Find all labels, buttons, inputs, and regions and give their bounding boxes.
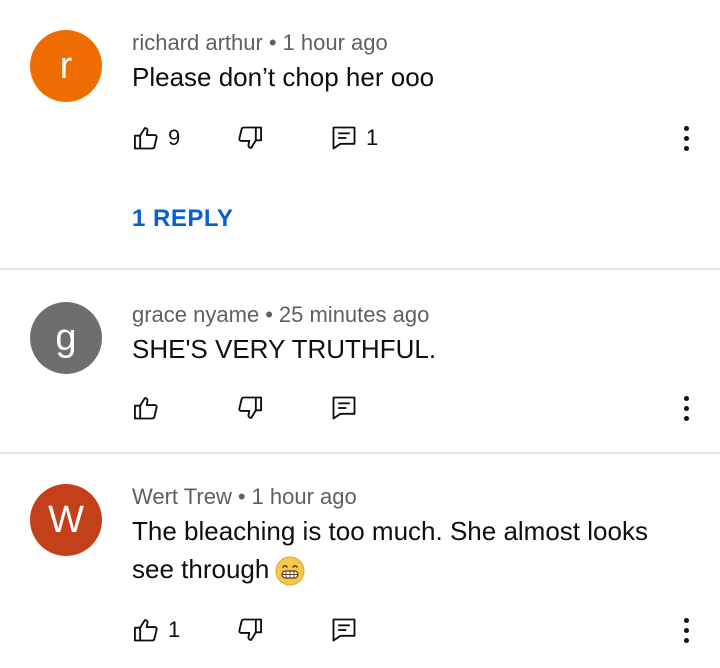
more-dot bbox=[683, 395, 689, 401]
more-dot bbox=[683, 405, 689, 411]
like-count: 9 bbox=[168, 125, 181, 150]
comment-actions: 9 1 bbox=[0, 120, 720, 156]
view-replies-link[interactable]: 1 REPLY bbox=[132, 205, 233, 233]
thumbs-down-icon bbox=[238, 396, 263, 419]
comment-time[interactable]: 1 hour ago bbox=[283, 30, 388, 55]
comment-icon bbox=[332, 126, 356, 150]
comment-author[interactable]: richard arthur bbox=[132, 30, 263, 55]
more-options-button[interactable] bbox=[672, 390, 700, 426]
more-options-button[interactable] bbox=[672, 120, 700, 156]
comment-actions: 1 bbox=[0, 612, 720, 648]
comment-meta: richard arthur • 1 hour ago bbox=[132, 30, 388, 56]
avatar-letter: g bbox=[55, 316, 77, 359]
comment-author[interactable]: Wert Trew bbox=[132, 484, 232, 509]
more-dot bbox=[683, 637, 689, 643]
reply-count: 1 bbox=[366, 125, 379, 150]
dislike-button[interactable] bbox=[236, 390, 264, 426]
meta-separator: • bbox=[268, 30, 277, 55]
comment-actions bbox=[0, 390, 720, 426]
meta-separator: • bbox=[265, 302, 273, 327]
comment-text: The bleaching is too much. She almost lo… bbox=[132, 512, 692, 588]
thumbs-up-icon bbox=[133, 127, 158, 150]
comment-icon bbox=[332, 618, 356, 642]
more-dot bbox=[683, 415, 689, 421]
comment-item: r richard arthur • 1 hour ago Please don’t… bbox=[0, 0, 720, 268]
avatar[interactable]: g bbox=[30, 302, 102, 374]
thumbs-down-icon bbox=[238, 126, 263, 149]
comment-text: SHE'S VERY TRUTHFUL. bbox=[132, 334, 437, 364]
comment-icon bbox=[332, 396, 356, 420]
comment-author[interactable]: grace nyame bbox=[132, 302, 259, 327]
like-button[interactable] bbox=[132, 390, 160, 426]
avatar[interactable]: W bbox=[30, 484, 102, 556]
like-button[interactable]: 9 bbox=[132, 120, 180, 156]
avatar-letter: r bbox=[59, 44, 73, 87]
reply-button[interactable] bbox=[330, 390, 358, 426]
like-button[interactable]: 1 bbox=[132, 612, 180, 648]
more-dot bbox=[683, 125, 689, 131]
thumbs-up-icon bbox=[133, 619, 158, 642]
comment-text: Please don’t chop her ooo bbox=[132, 62, 435, 92]
thumbs-down-icon bbox=[238, 618, 263, 641]
avatar[interactable]: r bbox=[30, 30, 102, 102]
comment-meta: Wert Trew • 1 hour ago bbox=[132, 484, 357, 510]
comment-meta: grace nyame • 25 minutes ago bbox=[132, 302, 429, 328]
more-dot bbox=[683, 627, 689, 633]
comment-time[interactable]: 1 hour ago bbox=[252, 484, 357, 509]
grinning-face-icon bbox=[275, 556, 305, 586]
reply-button[interactable] bbox=[330, 612, 358, 648]
thumbs-up-icon bbox=[133, 397, 158, 420]
more-dot bbox=[683, 617, 689, 623]
comment-item: W Wert Trew • 1 hour ago The bleaching is … bbox=[0, 454, 720, 668]
comment-time[interactable]: 25 minutes ago bbox=[279, 302, 429, 327]
dislike-button[interactable] bbox=[236, 612, 264, 648]
avatar-letter: W bbox=[48, 498, 84, 541]
more-options-button[interactable] bbox=[672, 612, 700, 648]
more-dot bbox=[683, 145, 689, 151]
meta-separator: • bbox=[237, 484, 246, 509]
dislike-button[interactable] bbox=[236, 120, 264, 156]
like-count: 1 bbox=[168, 617, 181, 642]
comment-item: g grace nyame • 25 minutes ago SHE'S VERY … bbox=[0, 270, 720, 452]
comment-text-content: The bleaching is too much. She almost lo… bbox=[132, 516, 648, 584]
more-dot bbox=[683, 135, 689, 141]
reply-button[interactable]: 1 bbox=[330, 120, 378, 156]
